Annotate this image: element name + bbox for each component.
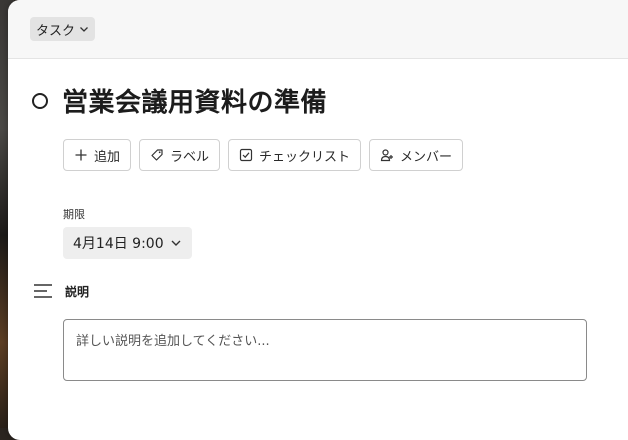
task-title[interactable]: 営業会議用資料の準備 bbox=[62, 82, 327, 119]
checklist-button[interactable]: チェックリスト bbox=[228, 139, 362, 171]
member-button-label: メンバー bbox=[400, 149, 453, 165]
add-button-label: 追加 bbox=[94, 149, 121, 165]
complete-toggle-icon[interactable] bbox=[32, 92, 48, 109]
add-button[interactable]: 追加 bbox=[63, 139, 132, 171]
tag-icon bbox=[151, 149, 163, 161]
card-type-label: タスク bbox=[36, 23, 76, 39]
action-buttons: 追加 ラベル チェックリスト メンバー bbox=[63, 139, 464, 171]
checkbox-icon bbox=[239, 148, 253, 162]
description-placeholder: 詳しい説明を追加してください... bbox=[76, 334, 270, 349]
add-member-icon bbox=[380, 149, 394, 162]
checklist-button-label: チェックリスト bbox=[259, 149, 351, 165]
card-type-selector[interactable]: タスク bbox=[30, 17, 96, 41]
description-label: 説明 bbox=[65, 284, 90, 299]
due-date-button[interactable]: 4月14日 9:00 bbox=[63, 227, 192, 259]
description-header: 説明 bbox=[33, 281, 89, 301]
label-button[interactable]: ラベル bbox=[139, 139, 221, 171]
plus-icon bbox=[75, 149, 87, 161]
due-date-value: 4月14日 9:00 bbox=[73, 236, 164, 252]
chevron-down-icon bbox=[171, 240, 181, 246]
modal-header: タスク bbox=[8, 0, 628, 59]
due-date-label: 期限 bbox=[63, 208, 85, 221]
task-detail-modal: タスク 営業会議用資料の準備 追加 ラベル チェックリスト メンバー 期限 4月… bbox=[8, 0, 628, 440]
member-button[interactable]: メンバー bbox=[369, 139, 464, 171]
description-lines-icon bbox=[34, 284, 52, 298]
label-button-label: ラベル bbox=[170, 149, 210, 165]
description-input[interactable]: 詳しい説明を追加してください... bbox=[63, 319, 587, 381]
chevron-down-icon bbox=[80, 27, 88, 32]
title-row: 営業会議用資料の準備 bbox=[32, 82, 327, 119]
